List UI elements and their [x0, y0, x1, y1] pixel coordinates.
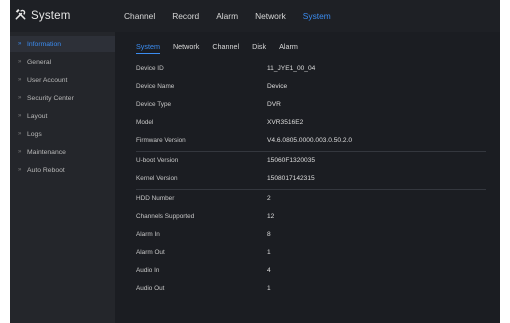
info-row-model: Model XVR3516E2 — [136, 114, 486, 130]
info-value: 2 — [267, 194, 271, 202]
app-title: System — [31, 10, 71, 22]
chevron-right-icon: » — [18, 167, 22, 173]
info-row-kernel-version: Kernel Version 1508017142315 — [136, 170, 486, 186]
info-value: XVR3516E2 — [267, 118, 304, 126]
info-row-device-type: Device Type DVR — [136, 96, 486, 112]
sidebar-item-label: User Account — [27, 76, 68, 84]
chevron-right-icon: » — [18, 131, 22, 137]
app-brand: System — [14, 7, 71, 25]
info-row-audio-out: Audio Out 1 — [136, 280, 486, 296]
sidebar-item-label: Maintenance — [27, 148, 66, 156]
info-row-alarm-in: Alarm In 8 — [136, 226, 486, 242]
sub-tabs: System Network Channel Disk Alarm — [136, 42, 311, 56]
info-value: 12 — [267, 212, 275, 220]
tools-icon — [14, 8, 27, 24]
info-row-channels-supported: Channels Supported 12 — [136, 208, 486, 224]
info-value: 4 — [267, 266, 271, 274]
info-value: 1508017142315 — [267, 174, 315, 182]
info-row-device-id: Device ID 11_JYE1_00_04 — [136, 60, 486, 76]
sidebar-item-general[interactable]: » General — [10, 54, 115, 70]
sidebar-item-label: General — [27, 58, 52, 66]
info-label: U-boot Version — [136, 156, 179, 164]
info-label: Alarm Out — [136, 248, 165, 256]
tab-alarm[interactable]: Alarm — [279, 42, 298, 54]
sidebar-item-logs[interactable]: » Logs — [10, 126, 115, 142]
tab-channel[interactable]: Channel — [212, 42, 239, 54]
chevron-right-icon: » — [18, 41, 22, 47]
info-label: Model — [136, 118, 154, 126]
info-label: Kernel Version — [136, 174, 178, 182]
info-value: 15060F1320035 — [267, 156, 316, 164]
sidebar-item-security-center[interactable]: » Security Center — [10, 90, 115, 106]
info-value: 8 — [267, 230, 271, 238]
sidebar-item-label: Information — [27, 40, 62, 48]
tab-system[interactable]: System — [136, 42, 160, 54]
info-label: Device Type — [136, 100, 172, 108]
chevron-right-icon: » — [18, 113, 22, 119]
info-value: V4.6.0805.0000.003.0.50.2.0 — [267, 136, 353, 144]
info-row-uboot-version: U-boot Version 15060F1320035 — [136, 152, 486, 168]
info-label: Audio In — [136, 266, 160, 274]
chevron-right-icon: » — [18, 77, 22, 83]
chevron-right-icon: » — [18, 59, 22, 65]
info-label: Audio Out — [136, 284, 165, 292]
topnav-record[interactable]: Record — [172, 11, 199, 21]
info-row-hdd-number: HDD Number 2 — [136, 190, 486, 206]
topnav-system[interactable]: System — [303, 11, 331, 21]
info-label: Alarm In — [136, 230, 160, 238]
topnav-alarm[interactable]: Alarm — [216, 11, 238, 21]
sidebar-item-user-account[interactable]: » User Account — [10, 72, 115, 88]
info-row-audio-in: Audio In 4 — [136, 262, 486, 278]
sidebar-item-label: Logs — [27, 130, 42, 138]
sidebar-item-maintenance[interactable]: » Maintenance — [10, 144, 115, 160]
info-value: DVR — [267, 100, 281, 108]
info-row-firmware-version: Firmware Version V4.6.0805.0000.003.0.50… — [136, 132, 486, 148]
info-value: 1 — [267, 284, 271, 292]
sidebar-item-label: Security Center — [27, 94, 74, 102]
info-label: Device ID — [136, 64, 164, 72]
sidebar-item-label: Auto Reboot — [27, 166, 65, 174]
topnav-network[interactable]: Network — [255, 11, 286, 21]
tab-disk[interactable]: Disk — [252, 42, 266, 54]
info-label: Channels Supported — [136, 212, 195, 220]
main-panel: System Network Channel Disk Alarm Device… — [115, 32, 500, 323]
info-row-alarm-out: Alarm Out 1 — [136, 244, 486, 260]
top-navigation: Channel Record Alarm Network System — [124, 0, 348, 32]
info-row-device-name: Device Name Device — [136, 78, 486, 94]
info-value: Device — [267, 82, 288, 90]
chevron-right-icon: » — [18, 95, 22, 101]
info-value: 11_JYE1_00_04 — [267, 64, 316, 72]
app-window: System Channel Record Alarm Network Syst… — [10, 0, 500, 323]
sidebar-item-layout[interactable]: » Layout — [10, 108, 115, 124]
topnav-channel[interactable]: Channel — [124, 11, 155, 21]
info-label: Device Name — [136, 82, 175, 90]
chevron-right-icon: » — [18, 149, 22, 155]
info-label: HDD Number — [136, 194, 175, 202]
sidebar-item-information[interactable]: » Information — [10, 36, 115, 52]
sidebar-item-auto-reboot[interactable]: » Auto Reboot — [10, 162, 115, 178]
info-label: Firmware Version — [136, 136, 186, 144]
info-value: 1 — [267, 248, 271, 256]
sidebar: » Information » General » User Account »… — [10, 32, 115, 323]
top-bar: System Channel Record Alarm Network Syst… — [10, 0, 500, 32]
sidebar-item-label: Layout — [27, 112, 48, 120]
tab-network[interactable]: Network — [173, 42, 199, 54]
